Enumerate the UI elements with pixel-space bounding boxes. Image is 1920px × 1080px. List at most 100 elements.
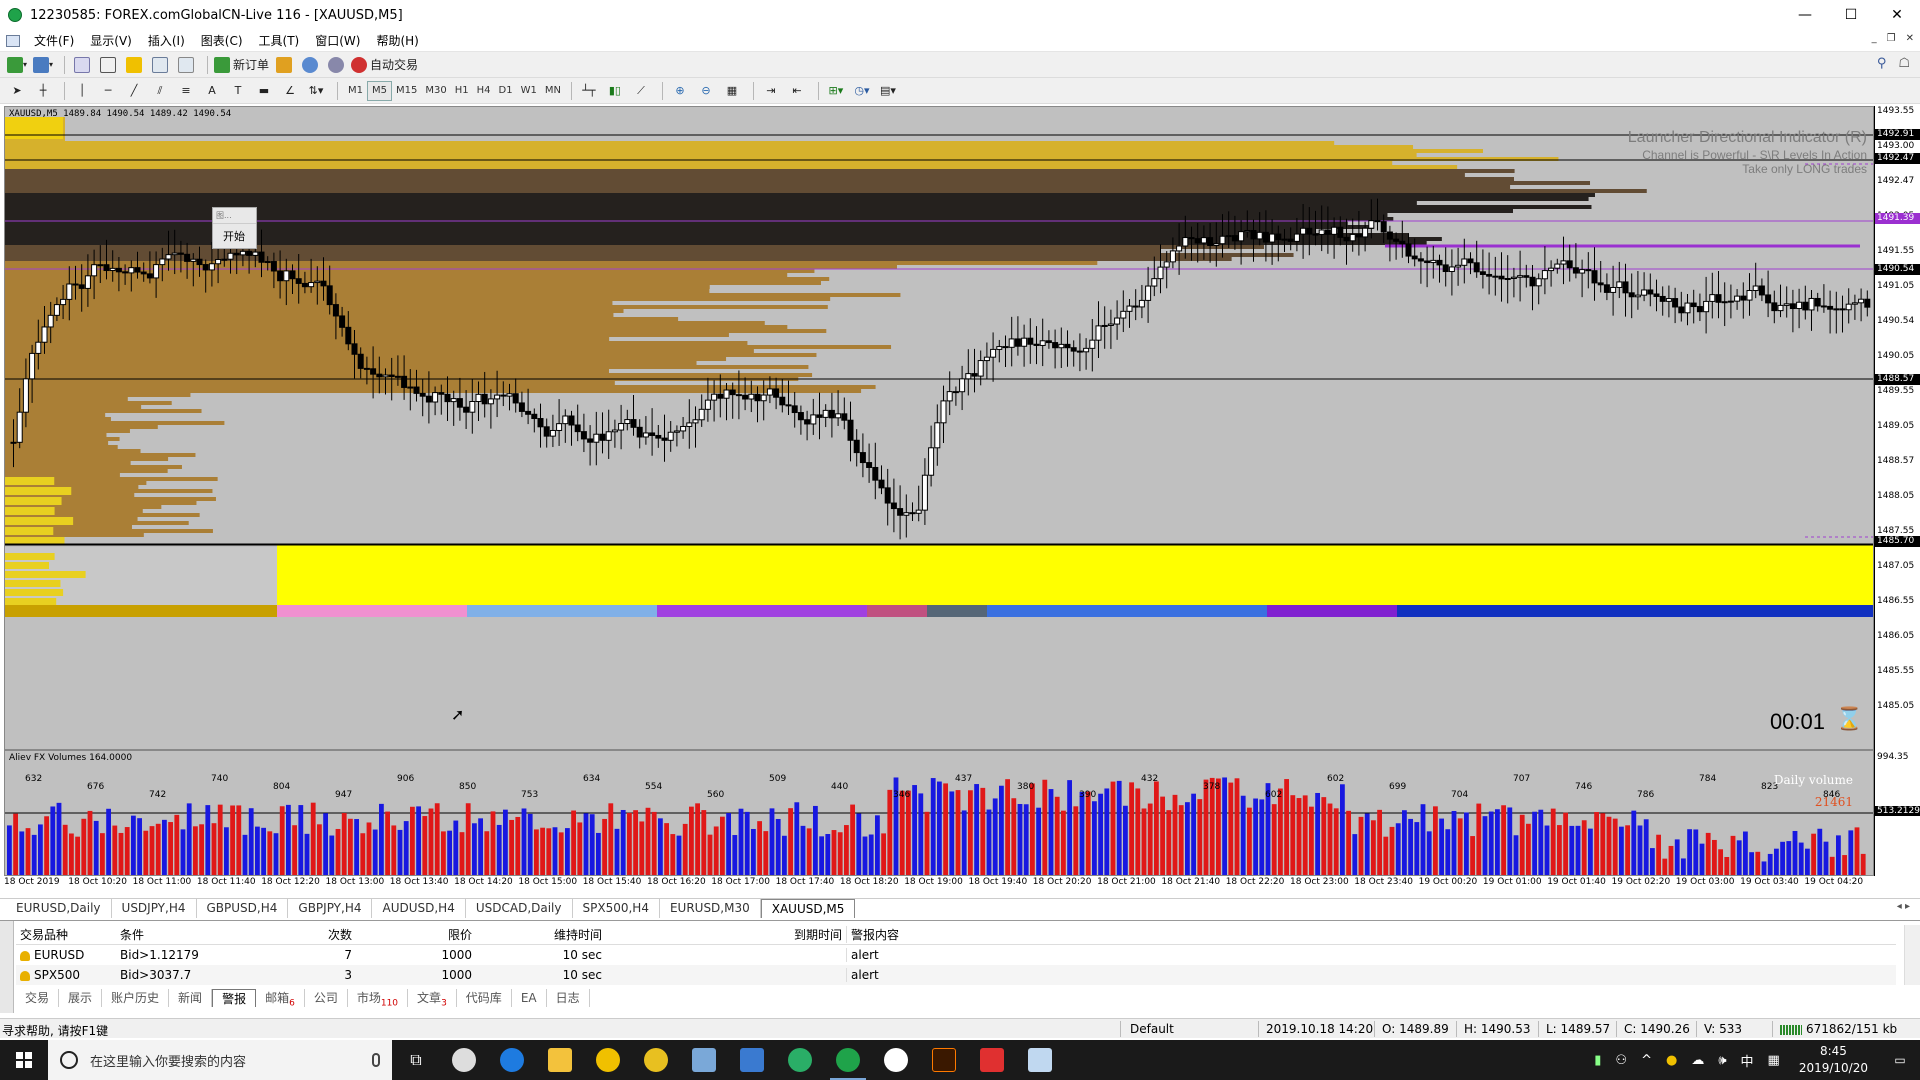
menu-insert[interactable]: 插入(I) (140, 32, 193, 49)
cursor-tool[interactable]: ➤ (6, 81, 28, 101)
maximize-button[interactable]: ☐ (1828, 0, 1874, 30)
line-chart-button[interactable]: ⟋ (630, 81, 652, 101)
channel-tool[interactable]: ⫽ (149, 81, 171, 101)
signals-button[interactable] (299, 55, 321, 75)
people-icon[interactable]: ⚇ (1615, 1053, 1627, 1068)
menu-window[interactable]: 窗口(W) (307, 32, 368, 49)
menu-tools[interactable]: 工具(T) (251, 32, 308, 49)
chart-tab-eurusd-m30[interactable]: EURUSD,M30 (660, 899, 761, 918)
crosshair-tool[interactable]: ┼ (32, 81, 54, 101)
navigator-button[interactable] (123, 55, 145, 75)
fibonacci-tool[interactable]: ≡ (175, 81, 197, 101)
options-button[interactable] (325, 55, 347, 75)
start-button[interactable] (0, 1040, 48, 1080)
connection-status[interactable]: 671862/151 kb (1780, 1022, 1897, 1036)
task-view-button[interactable]: ⧉ (392, 1040, 440, 1080)
taskbar-app-yellow[interactable] (632, 1040, 680, 1080)
zoom-in-button[interactable]: ⊕ (669, 81, 691, 101)
taskbar-wechat[interactable] (776, 1040, 824, 1080)
bar-chart-button[interactable]: ┴┬ (578, 81, 600, 101)
chart-tab-audusd-h4[interactable]: AUDUSD,H4 (372, 899, 466, 918)
timeframe-w1[interactable]: W1 (517, 81, 541, 101)
taskbar-app-green[interactable] (584, 1040, 632, 1080)
child-minimize-button[interactable]: _ (1872, 33, 1877, 44)
text-label-tool[interactable]: T (227, 81, 249, 101)
popup-start-button[interactable]: 开始 (213, 224, 256, 248)
volume-subwindow[interactable]: 632 676 742 740 804 947 906 850 753 634 554 560 509 4… (4, 750, 1874, 876)
new-chart-button[interactable]: ▾ (6, 55, 28, 75)
zoom-out-button[interactable]: ⊖ (695, 81, 717, 101)
timeframe-m5[interactable]: M5 (367, 80, 392, 101)
close-button[interactable]: ✕ (1874, 0, 1920, 30)
timeframe-m1[interactable]: M1 (344, 81, 367, 101)
taskbar-metatrader[interactable] (824, 1040, 872, 1080)
arrows-tool[interactable]: ⇅▾ (305, 81, 327, 101)
taskbar-app-camera[interactable] (968, 1040, 1016, 1080)
chat-icon[interactable]: ☖ (1898, 56, 1910, 71)
menu-help[interactable]: 帮助(H) (368, 32, 426, 49)
taskbar-app-chart[interactable] (1016, 1040, 1064, 1080)
taskbar-explorer[interactable] (536, 1040, 584, 1080)
tile-windows-button[interactable]: ▦ (721, 81, 743, 101)
header-symbol[interactable]: 交易品种 (16, 926, 116, 943)
terminal-tab[interactable]: EA (512, 989, 547, 1007)
timeframe-h1[interactable]: H1 (451, 81, 473, 101)
onedrive-icon[interactable]: ☁ (1691, 1053, 1704, 1068)
chart-tab-gbpjpy-h4[interactable]: GBPJPY,H4 (288, 899, 373, 918)
terminal-side-handle[interactable] (0, 921, 14, 1013)
horizontal-line-tool[interactable]: ─ (97, 81, 119, 101)
templates-button[interactable]: ▤▾ (877, 81, 899, 101)
terminal-button[interactable] (149, 55, 171, 75)
keyboard-icon[interactable]: ▦ (1768, 1053, 1780, 1068)
header-expiration[interactable]: 到期时间 (606, 926, 846, 943)
ime-indicator[interactable]: 中 (1741, 1051, 1754, 1070)
taskbar-app-word[interactable] (728, 1040, 776, 1080)
taskbar-app-pen[interactable] (680, 1040, 728, 1080)
profiles-button[interactable]: ▾ (32, 55, 54, 75)
table-row[interactable]: SPX500 Bid>3037.7 3 1000 10 sec alert (16, 965, 1896, 985)
taskbar-illustrator[interactable] (920, 1040, 968, 1080)
taskbar-app-1[interactable] (440, 1040, 488, 1080)
taskbar-app-globe[interactable] (872, 1040, 920, 1080)
terminal-tab[interactable]: 新闻 (169, 989, 213, 1007)
vertical-line-tool[interactable]: │ (71, 81, 93, 101)
taskbar-search-box[interactable]: 在这里输入你要搜索的内容 (48, 1040, 392, 1080)
text-tool[interactable]: A (201, 81, 223, 101)
market-watch-button[interactable] (71, 55, 93, 75)
menu-file[interactable]: 文件(F) (26, 32, 82, 49)
header-counter[interactable]: 次数 (236, 926, 356, 943)
menu-view[interactable]: 显示(V) (82, 32, 140, 49)
price-chart[interactable]: XAUUSD,M5 1489.84 1490.54 1489.42 1490.5… (4, 106, 1874, 750)
timeframe-m15[interactable]: M15 (392, 81, 421, 101)
battery-icon[interactable]: ▮ (1594, 1053, 1601, 1068)
chart-tab-eurusd-daily[interactable]: EURUSD,Daily (6, 899, 112, 918)
menu-charts[interactable]: 图表(C) (193, 32, 251, 49)
terminal-tab[interactable]: 公司 (305, 989, 348, 1007)
new-order-button[interactable]: 新订单 (214, 55, 269, 75)
timeframe-mn[interactable]: MN (541, 81, 565, 101)
terminal-tab[interactable]: 日志 (547, 989, 590, 1007)
chart-tab-gbpusd-h4[interactable]: GBPUSD,H4 (197, 899, 289, 918)
header-limit[interactable]: 限价 (356, 926, 476, 943)
metaeditor-button[interactable] (273, 55, 295, 75)
terminal-tab[interactable]: 警报 (212, 989, 257, 1007)
search-icon[interactable]: ⚲ (1877, 56, 1887, 71)
chart-tab-usdjpy-h4[interactable]: USDJPY,H4 (112, 899, 197, 918)
popup-item[interactable]: 图... (213, 208, 256, 224)
periods-button[interactable]: ◷▾ (851, 81, 873, 101)
trendline-tool[interactable]: ╱ (123, 81, 145, 101)
minimize-button[interactable]: — (1782, 0, 1828, 30)
terminal-tab[interactable]: 邮箱6 (256, 989, 305, 1008)
terminal-tab[interactable]: 文章3 (408, 989, 457, 1008)
timeframe-m30[interactable]: M30 (421, 81, 450, 101)
child-close-button[interactable]: ✕ (1906, 33, 1914, 44)
terminal-tab[interactable]: 市场110 (348, 989, 409, 1008)
tray-app-icon[interactable]: ● (1666, 1053, 1677, 1068)
terminal-scrollbar[interactable] (1904, 925, 1920, 985)
show-hidden-icons-icon[interactable]: ^ (1641, 1053, 1652, 1068)
chart-tab-xauusd-m5[interactable]: XAUUSD,M5 (760, 899, 856, 918)
taskbar-edge[interactable] (488, 1040, 536, 1080)
header-timeout[interactable]: 维持时间 (476, 926, 606, 943)
rectangle-tool[interactable]: ▬ (253, 81, 275, 101)
timeframe-d1[interactable]: D1 (495, 81, 517, 101)
